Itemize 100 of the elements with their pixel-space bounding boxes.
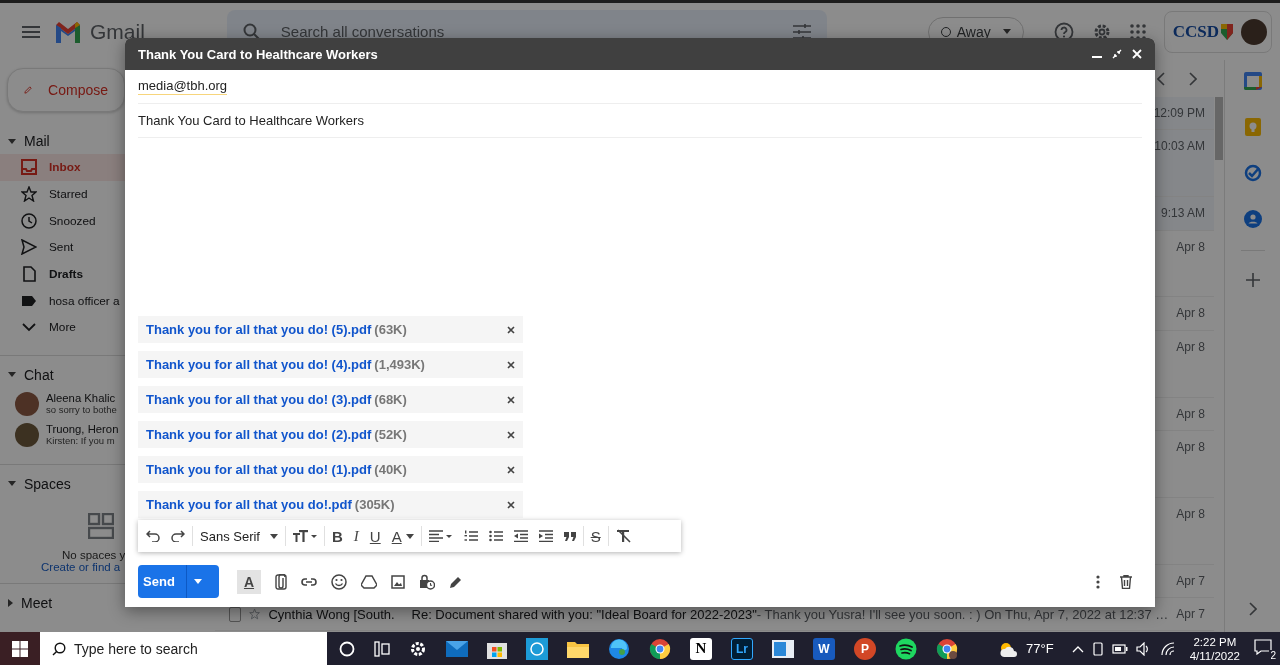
- contact-name[interactable]: Truong, Heron: [46, 423, 119, 436]
- attachment[interactable]: Thank you for all that you do!.pdf (305K): [138, 491, 523, 518]
- app-icon[interactable]: P: [854, 637, 876, 660]
- numbered-list-icon[interactable]: [463, 530, 478, 542]
- task-view-icon[interactable]: [374, 640, 390, 657]
- add-icon[interactable]: [1245, 273, 1260, 287]
- chevron-right-icon[interactable]: [1248, 602, 1257, 616]
- close-icon[interactable]: [507, 360, 515, 369]
- chevron-up-icon[interactable]: [1071, 644, 1084, 653]
- emoji-icon[interactable]: [331, 573, 347, 590]
- send-button[interactable]: Send: [138, 565, 219, 598]
- weather-icon[interactable]: [998, 640, 1019, 657]
- device-icon[interactable]: [1091, 641, 1104, 656]
- avatar: [15, 422, 39, 447]
- spotify-icon[interactable]: [895, 637, 917, 660]
- star-icon[interactable]: [249, 606, 261, 621]
- text-size-icon[interactable]: [293, 530, 317, 542]
- compose-button[interactable]: Compose: [7, 68, 125, 112]
- envelope-logo-icon: [54, 20, 82, 43]
- attachment-name[interactable]: Thank you for all that you do! (3).pdf: [146, 392, 372, 407]
- contact-name[interactable]: Aleena Khalic: [46, 392, 117, 405]
- settings-icon[interactable]: [409, 639, 427, 658]
- message-snippet: so sorry to bothe: [46, 404, 117, 416]
- email-snippet: - Thank you Yusra! I'll see you soon. : ) On Thu, Apr 7, 2022 at 12:37 …: [756, 606, 1169, 622]
- clock-time[interactable]: 2:22 PM: [1193, 634, 1237, 649]
- app-icon[interactable]: [526, 637, 548, 660]
- windows-logo-icon[interactable]: [12, 640, 28, 657]
- notification-icon[interactable]: [1254, 639, 1272, 655]
- contacts-icon[interactable]: [1243, 210, 1262, 228]
- paperclip-icon[interactable]: [275, 573, 287, 590]
- browser-icon[interactable]: [649, 637, 671, 660]
- battery-icon[interactable]: [1111, 643, 1128, 654]
- account-switcher[interactable]: CCSD: [1163, 10, 1272, 53]
- mail-icon[interactable]: [446, 640, 468, 657]
- file-size: (40K): [374, 462, 407, 477]
- filter-icon[interactable]: [792, 23, 811, 40]
- chevron-right-icon[interactable]: [1189, 71, 1197, 86]
- attachment-name[interactable]: Thank you for all that you do! (4).pdf: [146, 357, 372, 372]
- quote-icon[interactable]: [563, 531, 576, 541]
- bulleted-list-icon[interactable]: [488, 530, 503, 542]
- wifi-icon[interactable]: [1159, 641, 1176, 656]
- text-color-button[interactable]: A: [391, 527, 414, 545]
- attachment-name[interactable]: Thank you for all that you do! (1).pdf: [146, 462, 372, 477]
- calendar-icon[interactable]: [1243, 72, 1262, 90]
- lock-clock-icon[interactable]: [419, 573, 435, 590]
- formatting-options-button[interactable]: A: [237, 569, 261, 594]
- close-icon[interactable]: [507, 325, 515, 334]
- attachment[interactable]: Thank you for all that you do! (3).pdf (68K): [138, 386, 523, 413]
- more-options-icon[interactable]: [1096, 574, 1100, 589]
- scrollbar-thumb[interactable]: [1215, 97, 1223, 160]
- clock-date[interactable]: 4/11/2022: [1189, 648, 1240, 663]
- weather-text[interactable]: 77°F: [1026, 641, 1054, 656]
- align-icon[interactable]: [428, 530, 453, 542]
- apps-grid-icon[interactable]: [1129, 23, 1146, 40]
- attachment[interactable]: Thank you for all that you do! (5).pdf (63K): [138, 316, 523, 343]
- file-size: (68K): [374, 392, 407, 407]
- triangle-icon[interactable]: [361, 574, 377, 589]
- strikethrough-button[interactable]: S: [590, 527, 601, 545]
- tasks-icon[interactable]: [1243, 164, 1262, 182]
- image-icon[interactable]: [391, 574, 405, 589]
- chevron-left-icon[interactable]: [1157, 71, 1165, 86]
- exit-fullscreen-icon[interactable]: [1112, 49, 1122, 59]
- email-time: 10:03 AM: [1154, 139, 1205, 154]
- font-dropdown[interactable]: Sans Serif: [200, 528, 278, 544]
- italic-button[interactable]: I: [353, 527, 359, 545]
- window-icon[interactable]: [772, 639, 794, 658]
- trash-icon[interactable]: [1120, 574, 1132, 589]
- close-icon[interactable]: [507, 500, 515, 509]
- browser-icon[interactable]: [936, 637, 958, 660]
- redo-icon[interactable]: [171, 530, 185, 542]
- app-icon[interactable]: Lr: [731, 637, 753, 660]
- attachment[interactable]: Thank you for all that you do! (4).pdf (1,493K): [138, 351, 523, 378]
- browser-icon[interactable]: [608, 637, 630, 660]
- attachment-name[interactable]: Thank you for all that you do! (2).pdf: [146, 427, 372, 442]
- indent-less-icon[interactable]: [513, 530, 528, 542]
- bold-button[interactable]: B: [332, 527, 343, 545]
- close-icon[interactable]: [507, 395, 515, 404]
- taskbar-search-field[interactable]: Type here to search: [40, 632, 327, 665]
- attachment[interactable]: Thank you for all that you do! (2).pdf (52K): [138, 421, 523, 448]
- circle-icon[interactable]: [339, 640, 355, 657]
- avatar[interactable]: [1241, 18, 1267, 45]
- search-icon: [52, 642, 66, 656]
- email-time: Apr 7: [1176, 606, 1205, 621]
- pen-icon[interactable]: [449, 574, 463, 589]
- underline-button[interactable]: U: [369, 527, 381, 545]
- email-time: 9:13 AM: [1160, 206, 1205, 221]
- attachment-name[interactable]: Thank you for all that you do! (5).pdf: [146, 322, 372, 337]
- close-icon[interactable]: [507, 430, 515, 439]
- menu-icon[interactable]: [22, 25, 40, 38]
- app-icon[interactable]: N: [690, 637, 712, 660]
- attachment-name[interactable]: Thank you for all that you do!.pdf: [146, 497, 352, 512]
- recipient-chip[interactable]: media@tbh.org: [138, 78, 228, 95]
- close-icon[interactable]: [507, 465, 515, 474]
- undo-icon[interactable]: [146, 530, 160, 542]
- folder-icon[interactable]: [567, 639, 589, 658]
- indent-more-icon[interactable]: [538, 530, 553, 542]
- clear-formatting-icon[interactable]: [615, 529, 632, 543]
- link-icon[interactable]: [301, 577, 317, 586]
- app-icon[interactable]: W: [813, 637, 835, 660]
- attachment[interactable]: Thank you for all that you do! (1).pdf (40K): [138, 456, 523, 483]
